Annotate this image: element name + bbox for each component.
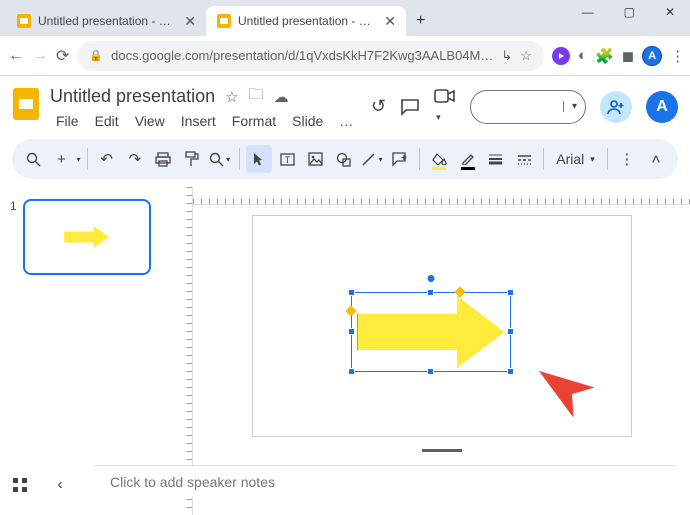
- slide-thumbnail[interactable]: [23, 199, 151, 275]
- new-tab-button[interactable]: +: [406, 6, 435, 36]
- reload-button[interactable]: ⟳: [56, 43, 69, 69]
- extensions-puzzle-icon[interactable]: 🧩: [595, 44, 614, 68]
- resize-handle-e[interactable]: [507, 328, 514, 335]
- svg-text:T: T: [284, 155, 290, 165]
- account-avatar[interactable]: A: [646, 91, 678, 123]
- chevron-down-icon: ▾: [590, 154, 595, 165]
- fill-color-button[interactable]: [426, 145, 452, 173]
- slides-header: Untitled presentation ☆ 🗀 ☁ File Edit Vi…: [0, 76, 690, 131]
- address-bar[interactable]: 🔒 docs.google.com/presentation/d/1qVxdsK…: [77, 41, 544, 71]
- menu-file[interactable]: File: [50, 111, 85, 131]
- profile-avatar[interactable]: A: [642, 44, 662, 68]
- slide-canvas[interactable]: [252, 215, 632, 437]
- resize-handle-ne[interactable]: [507, 289, 514, 296]
- extension-play-icon[interactable]: [552, 44, 570, 68]
- cloud-status-icon[interactable]: ☁: [274, 88, 289, 106]
- page-indicator: [422, 449, 462, 452]
- more-tools-button[interactable]: ⋮: [614, 145, 640, 173]
- back-button[interactable]: ←: [8, 43, 24, 69]
- move-icon[interactable]: 🗀: [249, 84, 264, 109]
- tab-title: Untitled presentation - Google S: [238, 14, 372, 28]
- extension-square-icon[interactable]: ◼: [622, 44, 634, 68]
- redo-button[interactable]: ↷: [122, 145, 148, 173]
- line-tool[interactable]: ▾: [359, 145, 385, 173]
- font-name: Arial: [556, 151, 584, 167]
- adjust-handle-top[interactable]: [454, 286, 465, 297]
- document-title[interactable]: Untitled presentation: [50, 86, 215, 107]
- meet-icon[interactable]: ▾: [434, 88, 456, 125]
- slides-logo-icon[interactable]: [12, 86, 40, 122]
- menu-bar: File Edit View Insert Format Slide …: [50, 111, 361, 131]
- resize-handle-s[interactable]: [427, 368, 434, 375]
- border-weight-button[interactable]: [483, 145, 509, 173]
- tab-title: Untitled presentation - Google S: [38, 14, 172, 28]
- thumbnail-arrow-shape: [64, 226, 109, 248]
- slides-favicon: [216, 13, 232, 29]
- minimize-button[interactable]: —: [582, 5, 594, 15]
- font-selector[interactable]: Arial ▾: [550, 151, 601, 167]
- slide-number: 1: [10, 199, 17, 503]
- bookmark-star-icon[interactable]: ☆: [520, 48, 532, 64]
- speaker-notes[interactable]: Click to add speaker notes: [94, 465, 676, 497]
- share-button[interactable]: [600, 91, 632, 123]
- history-icon[interactable]: ↺: [371, 96, 386, 117]
- resize-handle-se[interactable]: [507, 368, 514, 375]
- print-button[interactable]: [150, 145, 176, 173]
- slideshow-button[interactable]: Slideshow ▾: [470, 90, 586, 124]
- new-slide-button[interactable]: +: [48, 145, 74, 173]
- address-row: ← → ⟳ 🔒 docs.google.com/presentation/d/1…: [0, 36, 690, 76]
- new-slide-caret[interactable]: ▾: [77, 155, 81, 164]
- extension-shield-icon[interactable]: ◐: [578, 44, 587, 68]
- resize-handle-w[interactable]: [348, 328, 355, 335]
- resize-handle-sw[interactable]: [348, 368, 355, 375]
- zoom-button[interactable]: ▾: [207, 145, 233, 173]
- slides-favicon: [16, 13, 32, 29]
- url-text: docs.google.com/presentation/d/1qVxdsKkH…: [111, 48, 493, 63]
- maximize-button[interactable]: ▢: [624, 5, 635, 15]
- selection-box: [351, 292, 511, 372]
- annotation-cursor-icon: [538, 362, 598, 422]
- menu-more[interactable]: …: [333, 111, 359, 131]
- window-close-button[interactable]: ✕: [665, 5, 675, 15]
- send-tab-icon[interactable]: ↳: [501, 48, 512, 64]
- image-tool[interactable]: [302, 145, 328, 173]
- close-icon[interactable]: ✕: [184, 13, 196, 30]
- resize-handle-nw[interactable]: [348, 289, 355, 296]
- border-color-button[interactable]: [455, 145, 481, 173]
- browser-menu-icon[interactable]: ⋮: [670, 44, 685, 68]
- comment-icon[interactable]: [400, 98, 420, 116]
- slideshow-label: Slideshow: [471, 90, 563, 124]
- collapse-toolbar-button[interactable]: ˄: [642, 145, 670, 173]
- menu-view[interactable]: View: [129, 111, 171, 131]
- grid-view-button[interactable]: [0, 477, 40, 493]
- resize-handle-n[interactable]: [427, 289, 434, 296]
- add-comment-button[interactable]: [387, 145, 413, 173]
- bottom-bar: ‹ Click to add speaker notes: [0, 463, 690, 507]
- star-icon[interactable]: ☆: [225, 88, 238, 106]
- border-dash-button[interactable]: [511, 145, 537, 173]
- adjust-handle-left[interactable]: [345, 305, 356, 316]
- paint-format-button[interactable]: [178, 145, 204, 173]
- undo-button[interactable]: ↶: [93, 145, 119, 173]
- rotate-handle[interactable]: [427, 275, 434, 282]
- search-button[interactable]: [20, 145, 46, 173]
- select-tool[interactable]: [246, 145, 272, 173]
- menu-format[interactable]: Format: [226, 111, 282, 131]
- lock-icon: 🔒: [89, 49, 103, 62]
- browser-tab-inactive[interactable]: Untitled presentation - Google S ✕: [6, 6, 206, 36]
- collapse-filmstrip-button[interactable]: ‹: [40, 476, 80, 494]
- menu-slide[interactable]: Slide: [286, 111, 329, 131]
- close-icon[interactable]: ✕: [384, 13, 396, 30]
- textbox-tool[interactable]: T: [274, 145, 300, 173]
- horizontal-ruler: [193, 187, 690, 204]
- forward-button[interactable]: →: [32, 43, 48, 69]
- shape-tool[interactable]: [331, 145, 357, 173]
- slideshow-caret[interactable]: ▾: [563, 101, 585, 112]
- menu-insert[interactable]: Insert: [175, 111, 222, 131]
- menu-edit[interactable]: Edit: [89, 111, 125, 131]
- browser-tab-active[interactable]: Untitled presentation - Google S ✕: [206, 6, 406, 36]
- toolbar: + ▾ ↶ ↷ ▾ T ▾ Arial ▾ ⋮ ˄: [12, 139, 678, 179]
